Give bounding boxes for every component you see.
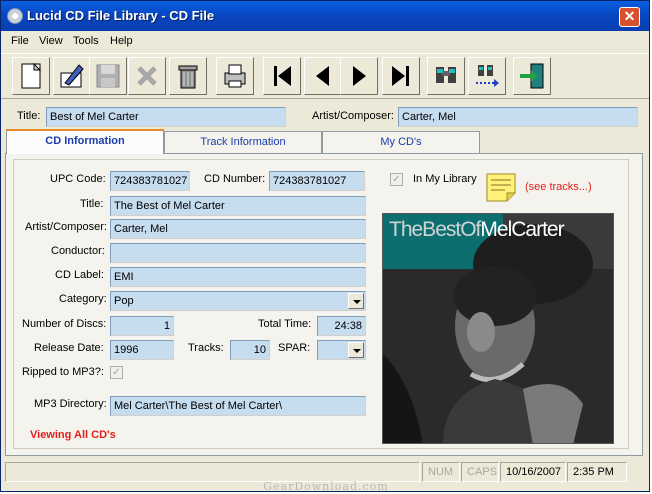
conductor-field[interactable]: [110, 243, 366, 263]
mp3-directory-label: MP3 Directory:: [34, 398, 107, 410]
next-record-button[interactable]: [340, 57, 378, 95]
in-library-checkbox[interactable]: ✓: [390, 173, 403, 186]
find-next-icon: [476, 65, 499, 87]
print-icon: [224, 64, 246, 88]
notes-icon[interactable]: [485, 171, 519, 203]
first-record-icon: [274, 66, 291, 86]
trash-button[interactable]: [169, 57, 207, 95]
menu-tools[interactable]: Tools: [73, 35, 99, 47]
status-message: [5, 462, 420, 482]
header-artist-label: Artist/Composer:: [312, 110, 394, 122]
see-tracks-link[interactable]: (see tracks...): [525, 181, 592, 193]
release-date-label: Release Date:: [34, 342, 104, 354]
album-cover: TheBestOfMelCarter: [382, 213, 614, 444]
discs-label: Number of Discs:: [22, 318, 107, 330]
new-button[interactable]: [12, 57, 50, 95]
menu-file[interactable]: File: [11, 35, 29, 47]
save-button[interactable]: [89, 57, 127, 95]
status-date: 10/16/2007: [500, 462, 566, 482]
watermark: GearDownload.com: [263, 480, 389, 493]
category-select[interactable]: Pop: [110, 291, 366, 311]
first-record-button[interactable]: [263, 57, 301, 95]
edit-button[interactable]: [53, 57, 91, 95]
menu-bar: File View Tools Help: [1, 33, 649, 51]
header-artist-field[interactable]: Carter, Mel: [398, 107, 638, 127]
upc-label: UPC Code:: [50, 173, 106, 185]
find-icon: [436, 67, 456, 83]
new-icon: [21, 62, 42, 89]
last-record-icon: [392, 66, 409, 86]
discs-field[interactable]: 1: [110, 316, 174, 336]
tab-track-information[interactable]: Track Information: [164, 131, 322, 153]
ripped-checkbox[interactable]: ✓: [110, 366, 123, 379]
print-button[interactable]: [216, 57, 254, 95]
toolbar: [1, 53, 649, 99]
category-label: Category:: [59, 293, 107, 305]
next-record-icon: [353, 66, 366, 86]
status-caps: CAPS: [461, 462, 499, 482]
last-record-button[interactable]: [382, 57, 420, 95]
total-time-label: Total Time:: [258, 318, 312, 330]
edit-icon: [60, 64, 84, 88]
album-cover-art: [383, 214, 613, 443]
app-window: Lucid CD File Library - CD File ✕ File V…: [0, 0, 650, 492]
status-time: 2:35 PM: [567, 462, 627, 482]
window-title: Lucid CD File Library - CD File: [27, 8, 215, 23]
in-library-label: In My Library: [413, 173, 477, 185]
title-bar[interactable]: Lucid CD File Library - CD File ✕: [1, 1, 649, 31]
save-icon: [96, 64, 120, 88]
total-time-field[interactable]: 24:38: [317, 316, 366, 336]
delete-button[interactable]: [128, 57, 166, 95]
artist-label: Artist/Composer:: [25, 221, 107, 233]
conductor-label: Conductor:: [51, 245, 105, 257]
release-date-field[interactable]: 1996: [110, 340, 174, 360]
chevron-down-icon[interactable]: [348, 293, 364, 309]
album-title-text: TheBestOfMelCarter: [389, 218, 565, 241]
exit-button[interactable]: [513, 57, 551, 95]
category-value: Pop: [114, 295, 134, 307]
upc-field[interactable]: 724383781027: [110, 171, 190, 191]
spar-select[interactable]: [317, 340, 366, 360]
tab-cd-information[interactable]: CD Information: [6, 129, 164, 154]
find-next-button[interactable]: [468, 57, 506, 95]
cd-label-field[interactable]: EMI: [110, 267, 366, 287]
artist-field[interactable]: Carter, Mel: [110, 219, 366, 239]
menu-help[interactable]: Help: [110, 35, 133, 47]
trash-icon: [178, 65, 198, 89]
title-label: Title:: [80, 198, 104, 210]
cd-number-label: CD Number:: [204, 173, 266, 185]
ripped-label: Ripped to MP3?:: [22, 366, 104, 378]
mp3-directory-field[interactable]: Mel Carter\The Best of Mel Carter\: [110, 396, 366, 416]
previous-record-button[interactable]: [304, 57, 342, 95]
status-num: NUM: [422, 462, 460, 482]
close-button[interactable]: ✕: [619, 7, 640, 27]
viewing-status: Viewing All CD's: [30, 429, 116, 441]
find-button[interactable]: [427, 57, 465, 95]
menu-view[interactable]: View: [39, 35, 63, 47]
cd-number-field[interactable]: 724383781027: [269, 171, 365, 191]
exit-icon: [520, 63, 544, 89]
header-title-field[interactable]: Best of Mel Carter: [46, 107, 286, 127]
tracks-field[interactable]: 10: [230, 340, 270, 360]
cd-label-label: CD Label:: [55, 269, 104, 281]
header-title-label: Title:: [17, 110, 41, 122]
tab-my-cds[interactable]: My CD's: [322, 131, 480, 153]
spar-label: SPAR:: [278, 342, 311, 354]
title-field[interactable]: The Best of Mel Carter: [110, 196, 366, 216]
cd-icon: [7, 8, 23, 24]
previous-record-icon: [316, 66, 329, 86]
delete-icon: [137, 66, 157, 86]
tracks-label: Tracks:: [188, 342, 224, 354]
chevron-down-icon[interactable]: [348, 342, 364, 358]
